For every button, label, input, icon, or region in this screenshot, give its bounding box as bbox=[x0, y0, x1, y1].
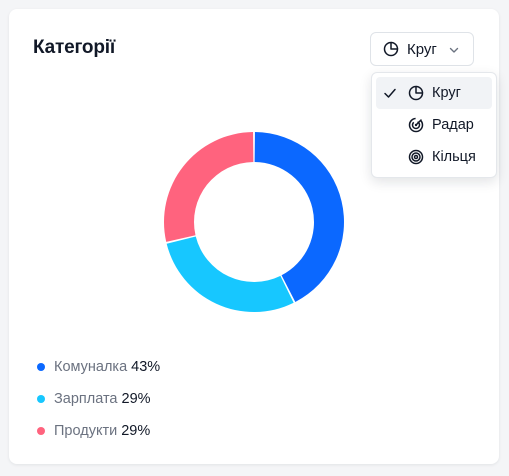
legend-item: Зарплата 29% bbox=[37, 383, 160, 415]
donut-slice-1[interactable] bbox=[254, 132, 344, 302]
menu-item-rings[interactable]: Кільця bbox=[376, 141, 492, 173]
legend-label: Комуналка bbox=[54, 359, 128, 375]
chart-type-select-value: Круг bbox=[407, 40, 437, 58]
legend-dot bbox=[37, 363, 45, 371]
rings-icon bbox=[408, 149, 424, 165]
categories-card: Категорії Круг Круг Радар Кільця Комунал… bbox=[9, 9, 499, 464]
checkmark-icon bbox=[384, 88, 396, 98]
legend-value: 43% bbox=[131, 359, 161, 375]
legend-value: 29% bbox=[121, 423, 151, 439]
card-title: Категорії bbox=[33, 37, 115, 58]
pie-chart-icon bbox=[408, 85, 424, 101]
donut-slice-3[interactable] bbox=[164, 132, 254, 242]
chevron-down-icon bbox=[449, 47, 459, 53]
legend-label: Зарплата bbox=[54, 391, 118, 407]
menu-item-label: Радар bbox=[432, 117, 474, 133]
legend-label: Продукти bbox=[54, 423, 118, 439]
menu-item-radar[interactable]: Радар bbox=[376, 109, 492, 141]
menu-item-label: Кільця bbox=[432, 149, 476, 165]
legend-value: 29% bbox=[121, 391, 151, 407]
donut-chart bbox=[164, 132, 344, 312]
donut-slice-2[interactable] bbox=[166, 236, 294, 312]
chart-legend: Комуналка 43% Зарплата 29% Продукти 29% bbox=[37, 351, 160, 447]
legend-dot bbox=[37, 427, 45, 435]
chart-type-select[interactable]: Круг bbox=[370, 32, 474, 66]
menu-item-label: Круг bbox=[432, 85, 461, 101]
legend-dot bbox=[37, 395, 45, 403]
radar-icon bbox=[408, 117, 424, 133]
chart-type-menu: Круг Радар Кільця bbox=[371, 72, 497, 178]
pie-chart-icon bbox=[383, 41, 399, 57]
menu-item-pie[interactable]: Круг bbox=[376, 77, 492, 109]
legend-item: Комуналка 43% bbox=[37, 351, 160, 383]
legend-item: Продукти 29% bbox=[37, 415, 160, 447]
